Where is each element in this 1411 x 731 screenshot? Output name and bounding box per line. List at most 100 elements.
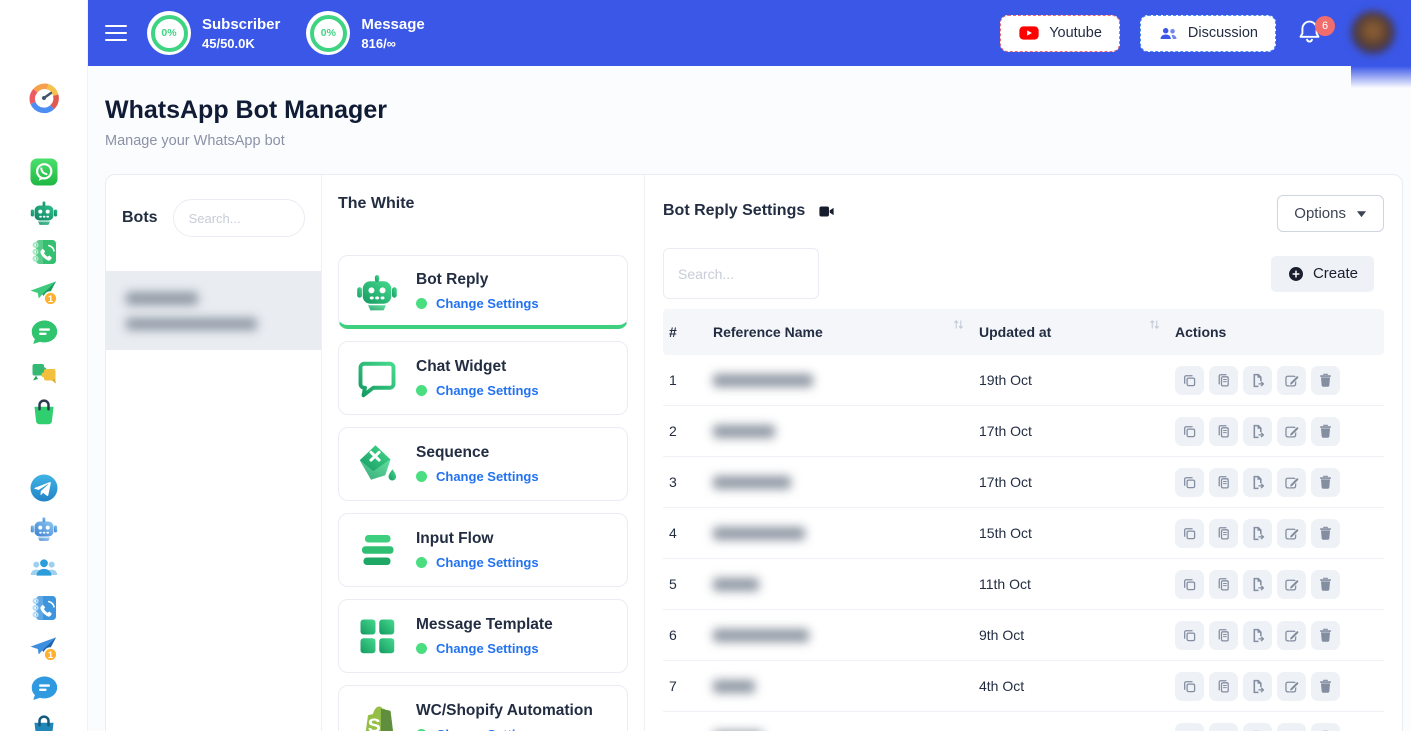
notifications-button[interactable]: 6: [1296, 18, 1323, 48]
export-button[interactable]: [1243, 621, 1272, 650]
export-button[interactable]: [1243, 672, 1272, 701]
table-body: 1 19th Oct 2 17th Oct 3 17th Oct 4 15th …: [663, 355, 1384, 731]
duplicate-button[interactable]: [1175, 468, 1204, 497]
copy-button[interactable]: [1209, 519, 1238, 548]
svg-text:S: S: [368, 715, 381, 731]
duplicate-button[interactable]: [1175, 417, 1204, 446]
copy-button[interactable]: [1209, 723, 1238, 731]
row-updated-at: 9th Oct: [979, 627, 1175, 643]
table-row: 4 15th Oct: [663, 508, 1384, 559]
setting-card-chat-widget[interactable]: Chat Widget Change Settings: [338, 341, 628, 415]
duplicate-button[interactable]: [1175, 723, 1204, 731]
sort-icon[interactable]: [952, 318, 965, 331]
sidebar-item-whatsapp-store[interactable]: [27, 396, 61, 428]
video-camera-icon[interactable]: [818, 203, 835, 220]
setting-card-wc-shopify-automation[interactable]: S WC/Shopify Automation Change Settings: [338, 685, 628, 731]
duplicate-button[interactable]: [1175, 570, 1204, 599]
edit-button[interactable]: [1277, 519, 1306, 548]
bots-search-input[interactable]: [173, 199, 305, 237]
duplicate-button[interactable]: [1175, 519, 1204, 548]
change-settings-link[interactable]: Change Settings: [436, 296, 539, 311]
setting-card-sequence[interactable]: Sequence Change Settings: [338, 427, 628, 501]
export-icon: [1249, 423, 1266, 440]
delete-button[interactable]: [1311, 621, 1340, 650]
sidebar-item-whatsapp-contacts[interactable]: [27, 236, 61, 268]
status-dot: [416, 557, 427, 568]
row-updated-at: 17th Oct: [979, 474, 1175, 490]
edit-button[interactable]: [1277, 468, 1306, 497]
setting-card-input-flow[interactable]: Input Flow Change Settings: [338, 513, 628, 587]
export-icon: [1249, 525, 1266, 542]
delete-button[interactable]: [1311, 366, 1340, 395]
copy-button[interactable]: [1209, 621, 1238, 650]
sidebar-item-telegram-contacts[interactable]: [27, 592, 61, 624]
bot-list-item[interactable]: [106, 271, 321, 350]
delete-icon: [1317, 678, 1334, 695]
row-number: 5: [669, 576, 713, 592]
telegram-contacts-icon: [28, 592, 60, 624]
export-button[interactable]: [1243, 417, 1272, 446]
reply-search-input[interactable]: [663, 248, 819, 299]
sidebar-item-whatsapp-broadcast[interactable]: 1: [27, 276, 61, 308]
redacted-reference-name: [713, 476, 791, 489]
export-button[interactable]: [1243, 723, 1272, 731]
sidebar-item-whatsapp-bot[interactable]: [27, 196, 61, 228]
change-settings-link[interactable]: Change Settings: [436, 555, 539, 570]
sidebar-item-telegram-bot[interactable]: [27, 512, 61, 544]
sidebar-group-2: 1: [27, 472, 61, 731]
sidebar-item-dashboard[interactable]: [27, 82, 61, 114]
sidebar-item-whatsapp[interactable]: [27, 156, 61, 188]
copy-button[interactable]: [1209, 672, 1238, 701]
edit-button[interactable]: [1277, 621, 1306, 650]
copy-button[interactable]: [1209, 366, 1238, 395]
duplicate-button[interactable]: [1175, 621, 1204, 650]
change-settings-link[interactable]: Change Settings: [436, 469, 539, 484]
sidebar-item-telegram-chat[interactable]: [27, 672, 61, 704]
app-sidebar: 11: [0, 0, 88, 731]
row-number: 1: [669, 372, 713, 388]
sidebar-item-telegram[interactable]: [27, 472, 61, 504]
delete-button[interactable]: [1311, 672, 1340, 701]
delete-button[interactable]: [1311, 570, 1340, 599]
sidebar-item-whatsapp-chat[interactable]: [27, 316, 61, 348]
delete-button[interactable]: [1311, 417, 1340, 446]
export-button[interactable]: [1243, 570, 1272, 599]
change-settings-link[interactable]: Change Settings: [436, 383, 539, 398]
edit-button[interactable]: [1277, 723, 1306, 731]
export-button[interactable]: [1243, 519, 1272, 548]
telegram-broadcast-icon: 1: [28, 632, 60, 664]
reply-panel-title: Bot Reply Settings: [663, 202, 805, 220]
discussion-button[interactable]: Discussion: [1140, 15, 1276, 52]
edit-button[interactable]: [1277, 366, 1306, 395]
export-button[interactable]: [1243, 468, 1272, 497]
setting-card-message-template[interactable]: Message Template Change Settings: [338, 599, 628, 673]
edit-button[interactable]: [1277, 672, 1306, 701]
edit-button[interactable]: [1277, 570, 1306, 599]
delete-button[interactable]: [1311, 723, 1340, 731]
sidebar-item-telegram-group[interactable]: [27, 552, 61, 584]
change-settings-link[interactable]: Change Settings: [436, 727, 539, 731]
edit-button[interactable]: [1277, 417, 1306, 446]
delete-button[interactable]: [1311, 519, 1340, 548]
duplicate-button[interactable]: [1175, 672, 1204, 701]
copy-button[interactable]: [1209, 468, 1238, 497]
status-dot: [416, 298, 427, 309]
menu-toggle-button[interactable]: [105, 25, 127, 41]
duplicate-icon: [1181, 423, 1198, 440]
sort-icon[interactable]: [1148, 318, 1161, 331]
sidebar-item-telegram-broadcast[interactable]: 1: [27, 632, 61, 664]
options-button[interactable]: Options: [1277, 195, 1384, 232]
youtube-button[interactable]: Youtube: [1000, 15, 1120, 52]
sidebar-item-telegram-store[interactable]: [27, 712, 61, 731]
create-button[interactable]: Create: [1271, 256, 1374, 292]
delete-button[interactable]: [1311, 468, 1340, 497]
copy-button[interactable]: [1209, 417, 1238, 446]
export-button[interactable]: [1243, 366, 1272, 395]
sidebar-item-integrations[interactable]: [27, 356, 61, 388]
export-icon: [1249, 627, 1266, 644]
copy-button[interactable]: [1209, 570, 1238, 599]
user-avatar[interactable]: [1351, 11, 1395, 55]
setting-card-bot-reply[interactable]: Bot Reply Change Settings: [338, 255, 628, 329]
change-settings-link[interactable]: Change Settings: [436, 641, 539, 656]
duplicate-button[interactable]: [1175, 366, 1204, 395]
